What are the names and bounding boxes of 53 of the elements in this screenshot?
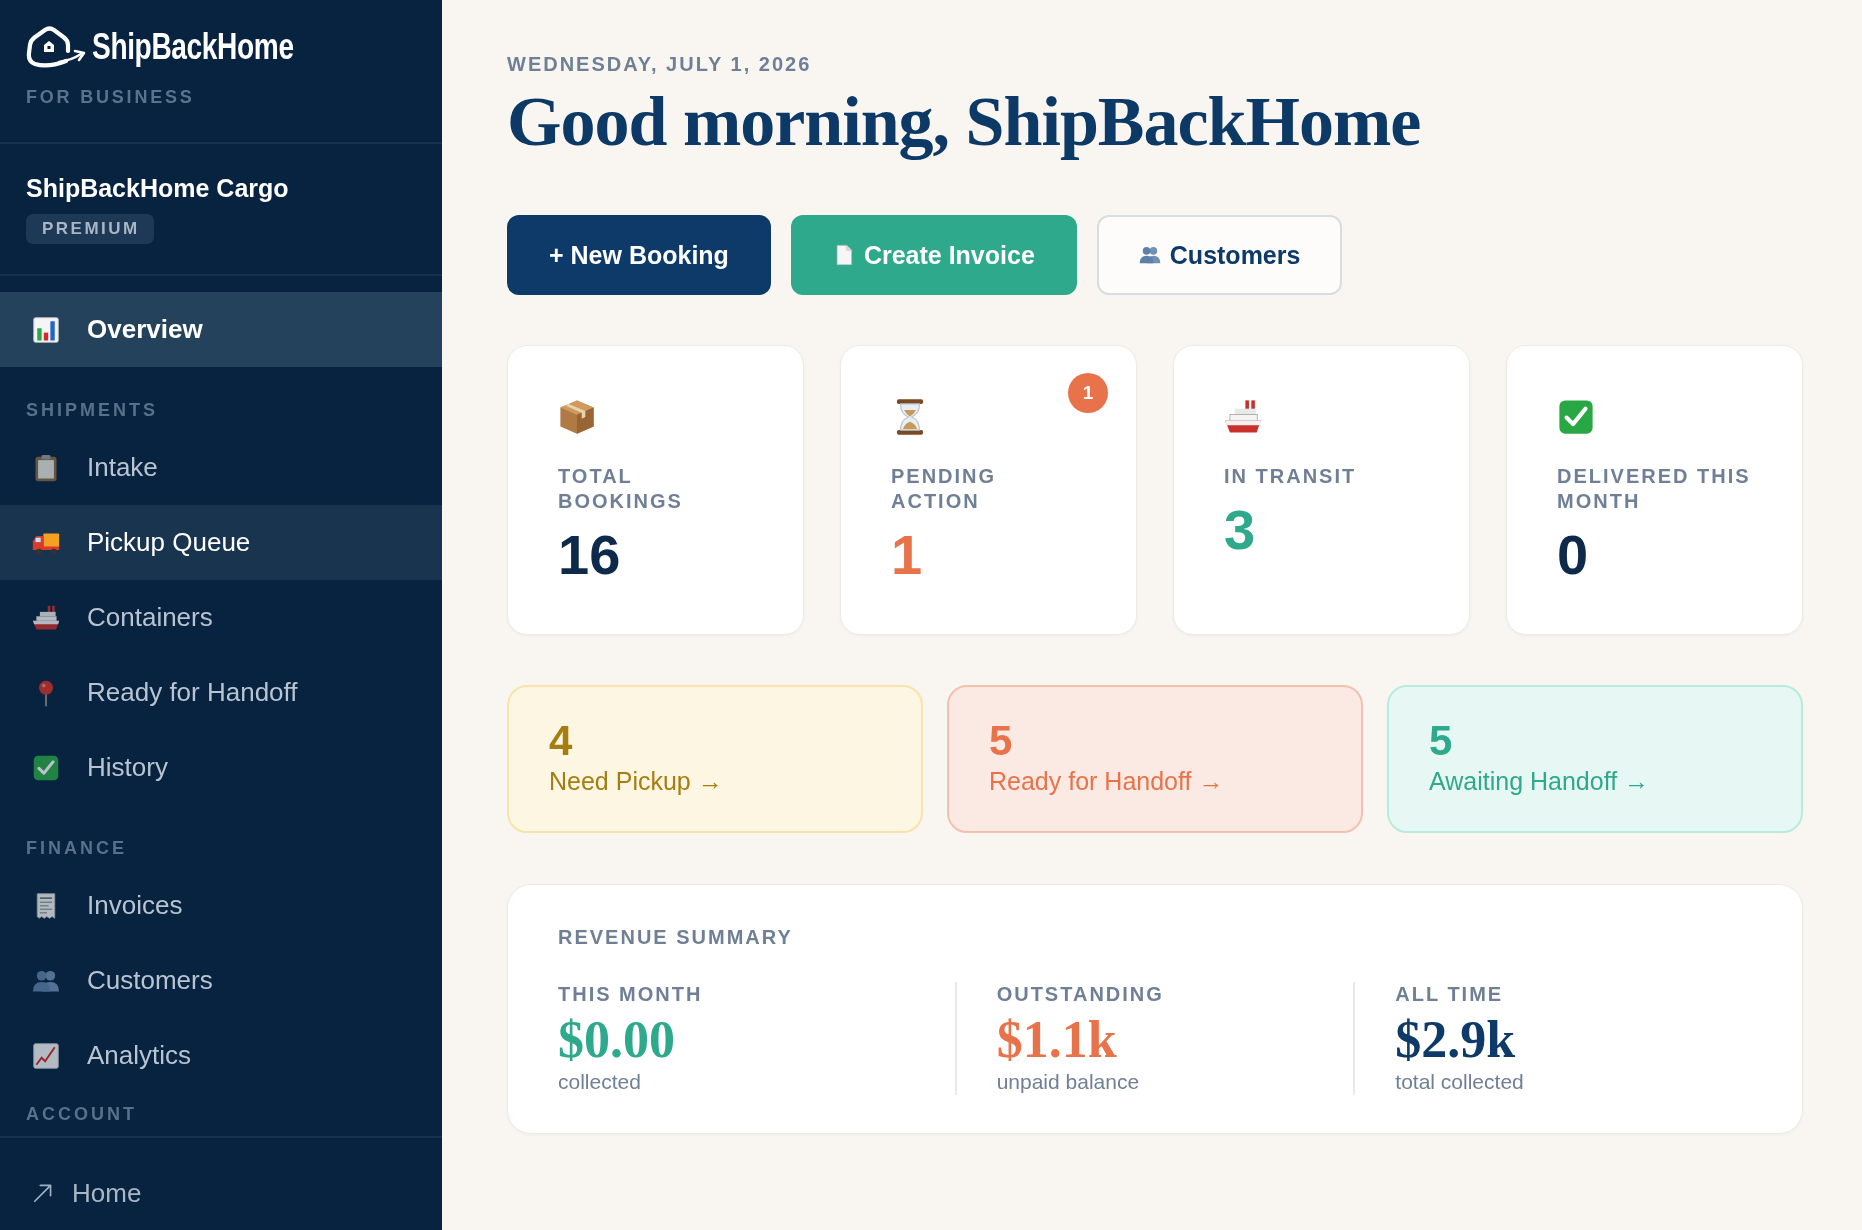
queue-count: 5: [989, 717, 1014, 765]
revenue-value: $0.00: [558, 1011, 676, 1068]
ship-icon: [32, 603, 60, 632]
check-icon: [32, 753, 60, 782]
stat-label: DELIVERED THIS MONTH: [1557, 464, 1752, 514]
revenue-label: OUTSTANDING: [996, 982, 1165, 1007]
stat-value: 1: [891, 524, 924, 586]
check-icon: [1557, 398, 1595, 436]
revenue-label: ALL TIME: [1395, 982, 1505, 1007]
revenue-title: REVENUE SUMMARY: [558, 925, 794, 950]
sidebar-item[interactable]: Invoices: [0, 868, 442, 943]
sidebar-item[interactable]: Pickup Queue: [0, 505, 442, 580]
stat-value: 0: [1557, 524, 1590, 586]
revenue-label: THIS MONTH: [558, 982, 704, 1007]
account-name: ShipBackHome Cargo: [26, 173, 290, 204]
revenue-note: collected: [558, 1069, 642, 1095]
sidebar-item[interactable]: History: [0, 730, 442, 805]
stat-value: 16: [558, 524, 622, 586]
brand-name: ShipBackHome: [92, 26, 294, 68]
revenue-note: unpaid balance: [996, 1069, 1141, 1095]
sidebar-item[interactable]: Ready for Handoff: [0, 655, 442, 730]
greeting-heading: Good morning, ShipBackHome: [507, 82, 1422, 162]
stat-label: TOTAL BOOKINGS: [558, 464, 684, 514]
sidebar-item[interactable]: Intake: [0, 430, 442, 505]
queue-count: 5: [1429, 717, 1454, 765]
section-label: FINANCE: [26, 837, 128, 859]
home-link[interactable]: Home: [32, 1176, 416, 1210]
stat-label: PENDING ACTION: [891, 464, 998, 514]
section-label: SHIPMENTS: [26, 399, 159, 421]
sidebar-item[interactable]: Customers: [0, 943, 442, 1018]
people-icon: [1138, 244, 1161, 266]
brand-tagline: FOR BUSINESS: [26, 86, 196, 108]
section-label: ACCOUNT: [26, 1103, 138, 1125]
sidebar-item[interactable]: Overview: [0, 292, 442, 367]
revenue-note: total collected: [1395, 1069, 1525, 1095]
plan-badge: PREMIUM: [26, 214, 154, 244]
arrow-icon: [32, 1182, 54, 1204]
revenue-value: $2.9k: [1395, 1011, 1517, 1068]
action-button[interactable]: Customers: [1096, 215, 1343, 295]
action-button[interactable]: + New Booking: [507, 215, 771, 295]
bar-chart-icon: [32, 315, 60, 344]
package-icon: [558, 398, 596, 436]
count-badge: 1: [1068, 373, 1108, 413]
queue-count: 4: [549, 717, 574, 765]
queue-link[interactable]: Need Pickup →: [549, 765, 723, 797]
sidebar-item[interactable]: Analytics: [0, 1018, 442, 1093]
line-chart-icon: [32, 1041, 60, 1070]
revenue-value: $1.1k: [996, 1011, 1118, 1068]
date-label: WEDNESDAY, JULY 1, 2026: [507, 52, 813, 76]
stat-label: IN TRANSIT: [1224, 464, 1358, 489]
stat-value: 3: [1224, 499, 1257, 561]
house-logo-icon: [26, 26, 86, 68]
sidebar-item[interactable]: Containers: [0, 580, 442, 655]
